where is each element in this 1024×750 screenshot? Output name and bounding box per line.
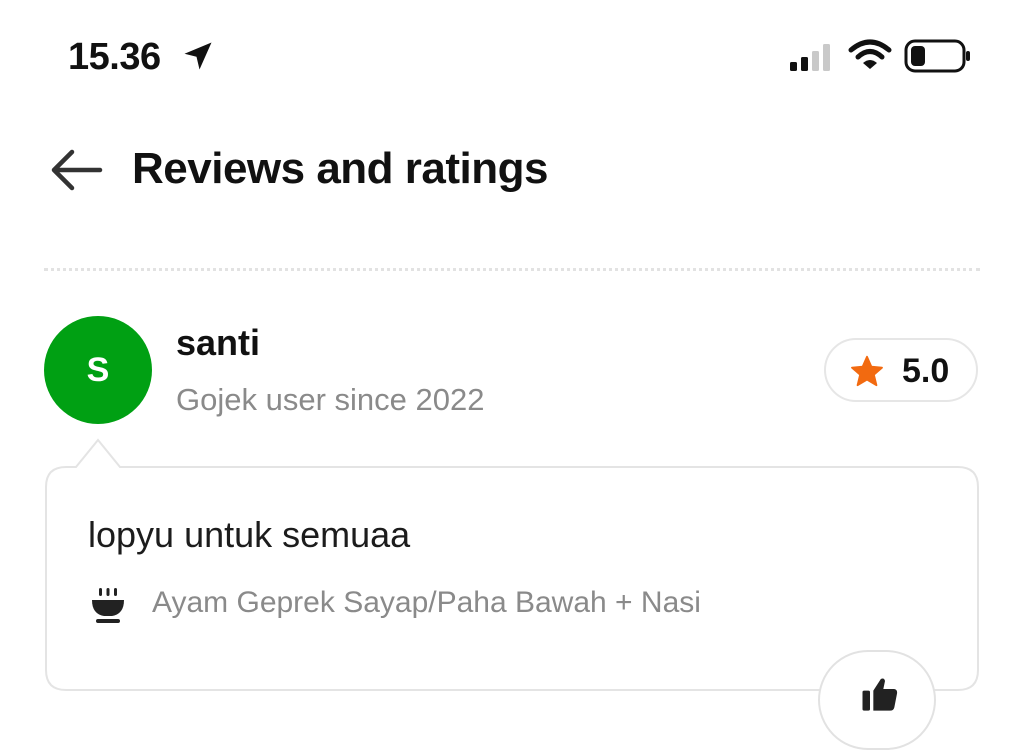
rating-value: 5.0 (902, 352, 950, 390)
wifi-icon (848, 39, 892, 69)
header: Reviews and ratings (0, 130, 1024, 210)
back-arrow-icon[interactable] (48, 148, 104, 192)
review-card: lopyu untuk semuaa Ayam Geprek Sayap/Pah… (44, 438, 980, 691)
battery-icon (904, 39, 970, 73)
review-card-frame (45, 438, 979, 691)
avatar: S (44, 316, 152, 424)
user-since: Gojek user since 2022 (176, 382, 485, 417)
page-title: Reviews and ratings (132, 144, 548, 193)
location-arrow-icon (184, 42, 212, 70)
reviewer-name: santi (176, 322, 261, 363)
review-text: lopyu untuk semuaa (88, 514, 411, 555)
ordered-dish: Ayam Geprek Sayap/Paha Bawah + Nasi (152, 586, 701, 619)
star-icon (851, 355, 883, 387)
divider (44, 268, 980, 271)
status-bar: 15.36 (0, 0, 1024, 110)
thumbs-up-icon (862, 678, 898, 711)
status-time: 15.36 (68, 36, 161, 78)
like-button[interactable] (818, 650, 936, 750)
dish-icon (92, 588, 124, 623)
rating-badge: 5.0 (824, 338, 978, 402)
signal-icon (790, 44, 830, 71)
